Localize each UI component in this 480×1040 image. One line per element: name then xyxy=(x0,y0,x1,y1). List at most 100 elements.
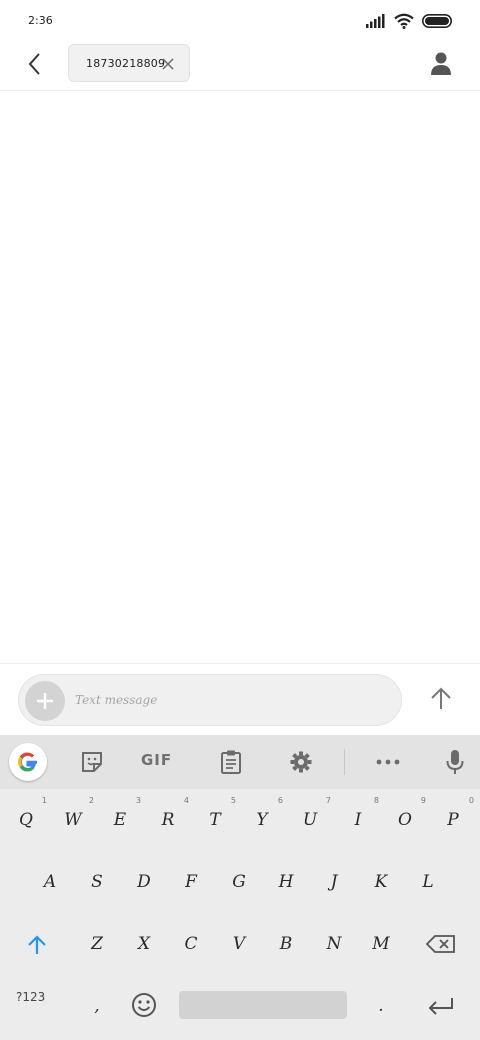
send-button[interactable] xyxy=(424,682,458,716)
key-hint: 4 xyxy=(183,796,189,805)
shift-key[interactable] xyxy=(14,914,60,974)
key-hint: 9 xyxy=(420,796,426,805)
key-s[interactable]: S xyxy=(74,852,120,912)
key-label: K xyxy=(374,872,388,892)
person-icon xyxy=(431,52,451,75)
key-label: I xyxy=(354,810,362,830)
key-hint: 2 xyxy=(88,796,94,805)
status-icons xyxy=(366,12,452,30)
shift-icon xyxy=(28,935,46,954)
key-v[interactable]: V xyxy=(216,914,262,974)
key-label: X xyxy=(137,934,151,954)
key-x[interactable]: X xyxy=(121,914,167,974)
attach-button[interactable] xyxy=(25,681,65,721)
signal-icon xyxy=(366,14,385,28)
key-label: G xyxy=(232,872,246,892)
comma-key[interactable]: , xyxy=(74,976,120,1036)
period-key[interactable]: . xyxy=(358,976,404,1036)
space-bar[interactable] xyxy=(179,991,347,1019)
voice-input-button[interactable] xyxy=(441,748,469,776)
key-w[interactable]: 2 W xyxy=(50,790,96,850)
message-input[interactable] xyxy=(75,689,375,711)
status-time: 2:36 xyxy=(28,14,53,27)
key-label: R xyxy=(161,810,175,830)
key-d[interactable]: D xyxy=(121,852,167,912)
key-u[interactable]: 7 U xyxy=(287,790,333,850)
key-hint: 6 xyxy=(277,796,283,805)
gif-button[interactable]: GIF xyxy=(141,751,172,769)
google-icon xyxy=(18,752,37,772)
key-label: M xyxy=(372,934,390,954)
contact-button[interactable] xyxy=(428,50,454,76)
emoji-key[interactable] xyxy=(121,976,167,1036)
battery-icon xyxy=(422,14,452,28)
key-hint: 7 xyxy=(325,796,331,805)
key-label: C xyxy=(184,934,198,954)
key-n[interactable]: N xyxy=(311,914,357,974)
composer-bar xyxy=(0,663,480,736)
key-label: N xyxy=(326,934,342,954)
key-y[interactable]: 6 Y xyxy=(239,790,285,850)
plus-icon xyxy=(37,693,53,709)
conversation-area xyxy=(0,91,480,663)
key-i[interactable]: 8 I xyxy=(335,790,381,850)
key-label: A xyxy=(43,872,57,892)
key-label: P xyxy=(447,810,459,830)
key-t[interactable]: 5 T xyxy=(192,790,238,850)
key-o[interactable]: 9 O xyxy=(382,790,428,850)
key-k[interactable]: K xyxy=(358,852,404,912)
key-label: O xyxy=(398,810,412,830)
recipient-chip[interactable]: 18730218809 xyxy=(68,44,190,82)
key-label: Z xyxy=(91,934,103,954)
key-g[interactable]: G xyxy=(216,852,262,912)
key-m[interactable]: M xyxy=(358,914,404,974)
gear-icon xyxy=(290,751,312,773)
key-label: U xyxy=(302,810,318,830)
google-button[interactable] xyxy=(9,743,47,781)
key-label: F xyxy=(185,872,197,892)
key-z[interactable]: Z xyxy=(74,914,120,974)
key-label: Y xyxy=(256,810,268,830)
recipient-number: 18730218809 xyxy=(86,56,166,70)
key-label: V xyxy=(232,934,246,954)
key-label: , xyxy=(94,996,100,1016)
key-j[interactable]: J xyxy=(311,852,357,912)
key-label: L xyxy=(422,872,434,892)
key-hint: 8 xyxy=(373,796,379,805)
key-label: S xyxy=(91,872,103,892)
sticker-button[interactable] xyxy=(78,748,106,776)
keyboard-toolbar: GIF xyxy=(0,735,480,789)
key-h[interactable]: H xyxy=(263,852,309,912)
key-c[interactable]: C xyxy=(168,914,214,974)
key-label: E xyxy=(113,810,127,830)
key-label: Q xyxy=(19,810,33,830)
key-e[interactable]: 3 E xyxy=(97,790,143,850)
key-b[interactable]: B xyxy=(263,914,309,974)
enter-key[interactable] xyxy=(418,976,464,1036)
key-label: D xyxy=(137,872,151,892)
arrow-up-icon xyxy=(431,687,451,709)
symbols-key[interactable]: ?123 xyxy=(16,990,45,1004)
key-a[interactable]: A xyxy=(27,852,73,912)
remove-recipient-button[interactable] xyxy=(161,56,175,70)
sticker-icon xyxy=(82,752,102,772)
backspace-key[interactable] xyxy=(418,914,464,974)
clipboard-button[interactable] xyxy=(217,748,245,776)
key-f[interactable]: F xyxy=(168,852,214,912)
enter-icon xyxy=(428,998,453,1015)
key-r[interactable]: 4 R xyxy=(145,790,191,850)
settings-button[interactable] xyxy=(287,748,315,776)
more-button[interactable] xyxy=(374,748,402,776)
back-button[interactable] xyxy=(18,48,50,80)
key-hint: 3 xyxy=(135,796,141,805)
key-hint: 5 xyxy=(230,796,236,805)
key-label: W xyxy=(64,810,82,830)
key-q[interactable]: 1 Q xyxy=(3,790,49,850)
key-l[interactable]: L xyxy=(405,852,451,912)
key-label: B xyxy=(279,934,293,954)
key-label: H xyxy=(278,872,294,892)
key-p[interactable]: 0 P xyxy=(430,790,476,850)
close-icon xyxy=(162,58,174,70)
top-bar: 18730218809 xyxy=(0,40,480,91)
toolbar-divider xyxy=(344,749,345,775)
